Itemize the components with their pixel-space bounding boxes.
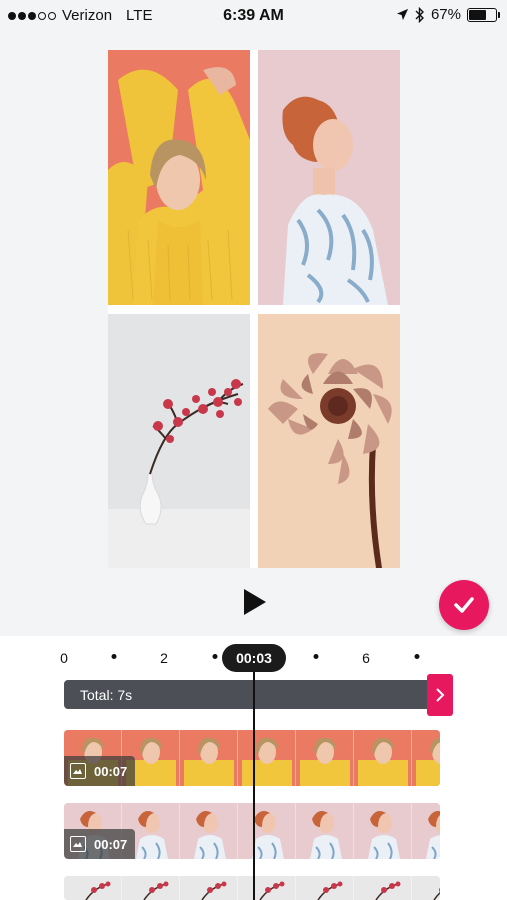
clip-thumbnail (354, 876, 412, 900)
play-button[interactable] (238, 586, 270, 618)
clip-thumbnail (238, 876, 296, 900)
clip-thumbnail (354, 730, 412, 786)
woman-yellow-sweater-image (108, 50, 250, 305)
ruler-label-0: 0 (60, 650, 68, 666)
clip-thumbnail (180, 876, 238, 900)
status-bar: Verizon LTE 6:39 AM 67% (0, 0, 507, 32)
confirm-button[interactable] (439, 580, 489, 630)
ruler-label-6: 6 (362, 650, 370, 666)
clip-thumbnail (412, 876, 440, 900)
clip-track-yellow-sweater[interactable]: 00:07 (64, 730, 440, 786)
location-arrow-icon (396, 8, 409, 21)
collage-tile-woman-patterned-top[interactable] (258, 50, 400, 305)
clip-duration: 00:07 (94, 836, 128, 852)
bluetooth-icon (415, 6, 424, 23)
clip-track-cherry-blossom[interactable] (64, 876, 440, 900)
collage-tile-cherry-blossom-vase[interactable] (108, 314, 250, 568)
clip-duration: 00:07 (94, 763, 128, 779)
cherry-blossom-vase-image (108, 314, 250, 568)
clip-thumbnail (122, 876, 180, 900)
clip-thumbnail (354, 803, 412, 859)
clip-thumbnail (296, 876, 354, 900)
total-duration-bar[interactable]: Total: 7s (64, 680, 440, 709)
battery-percent: 67% (430, 6, 461, 23)
collage-tile-woman-yellow-sweater[interactable] (108, 50, 250, 305)
total-duration-label: Total: 7s (80, 686, 133, 703)
checkmark-icon (454, 597, 474, 613)
clip-thumbnail (412, 803, 440, 859)
clip-thumbnail (412, 730, 440, 786)
dried-flower-image (258, 314, 400, 568)
ruler-tick (414, 654, 420, 659)
clip-thumbnail (180, 803, 238, 859)
clip-thumbnail (238, 730, 296, 786)
ruler-tick (313, 654, 319, 659)
ruler-tick (212, 654, 218, 659)
total-duration-handle[interactable] (427, 674, 453, 716)
clip-duration-badge: 00:07 (64, 829, 136, 859)
playhead-line[interactable] (253, 666, 255, 900)
clip-thumbnail (238, 803, 296, 859)
battery-icon (467, 7, 500, 22)
clip-thumbnail (296, 803, 354, 859)
ruler-label-2: 2 (160, 650, 168, 666)
chevron-right-icon (436, 688, 445, 702)
current-time-indicator[interactable]: 00:03 (222, 644, 286, 672)
clip-thumbnail (180, 730, 238, 786)
play-icon (244, 589, 266, 615)
clip-thumbnail (64, 876, 122, 900)
collage-preview (108, 50, 400, 568)
image-icon (70, 836, 86, 852)
ruler-tick (111, 654, 117, 659)
status-right: 67% (396, 6, 500, 23)
image-icon (70, 763, 86, 779)
clip-thumbnail (296, 730, 354, 786)
timeline-panel: 0 2 6 Total: 7s 00:07 00:07 00:03 (0, 636, 507, 900)
woman-patterned-top-image (258, 50, 400, 305)
collage-tile-dried-flower[interactable] (258, 314, 400, 568)
clip-track-patterned-top[interactable]: 00:07 (64, 803, 440, 859)
clip-duration-badge: 00:07 (64, 756, 136, 786)
